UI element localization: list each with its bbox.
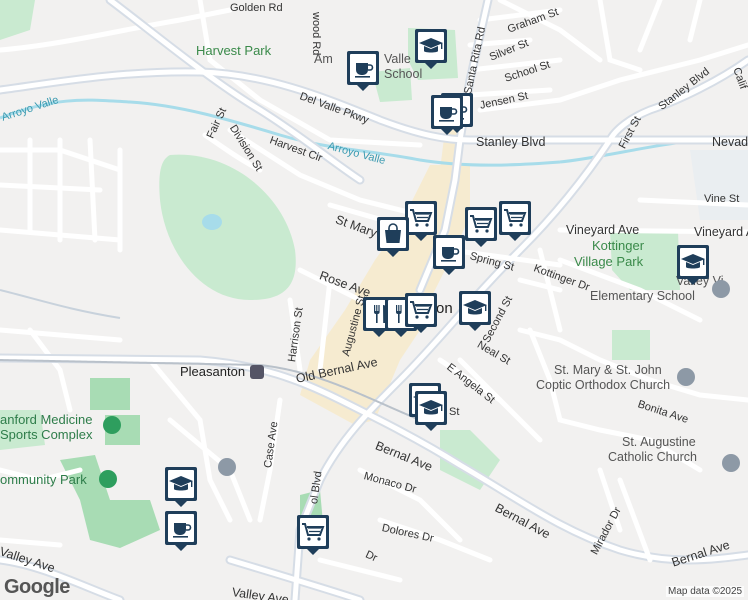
map-marker-school[interactable] (414, 28, 448, 70)
map-attribution[interactable]: Map data ©2025 (666, 586, 745, 597)
park-area (0, 0, 35, 40)
street-label: wood Rd (310, 12, 322, 56)
church-cross-icon[interactable] (722, 454, 740, 472)
map-marker-school[interactable] (164, 466, 198, 508)
map-marker-coffee[interactable] (432, 234, 466, 276)
map-canvas[interactable]: Golden Rd wood Rd Graham St Silver St Sc… (0, 0, 748, 600)
school-icon (459, 291, 491, 331)
school-poi-icon[interactable] (218, 458, 236, 476)
coffee-icon (431, 95, 463, 135)
valley-view-school-label: Elementary School (590, 289, 695, 303)
map-marker-shopping-cart[interactable] (404, 292, 438, 334)
st-augustine-label: Catholic Church (608, 450, 697, 464)
school-poi-icon[interactable] (712, 280, 730, 298)
street-label: Vineyard Ave (566, 223, 640, 237)
pleasanton-city-label: on (436, 300, 453, 317)
shopping-cart-icon (465, 207, 497, 247)
sports-complex-icon[interactable] (103, 416, 121, 434)
church-cross-icon[interactable] (677, 368, 695, 386)
map-marker-school[interactable] (458, 290, 492, 332)
school-icon (415, 391, 447, 431)
school-icon (415, 29, 447, 69)
stanford-sports-label: Sports Complex (0, 427, 93, 442)
google-logo[interactable]: Google (4, 576, 70, 599)
street-label: Nevad (712, 135, 748, 149)
street-label: Stanley Blvd (476, 135, 546, 149)
community-park-label: ommunity Park (0, 472, 87, 487)
shopping-cart-icon (297, 515, 329, 555)
map-marker-shopping-cart[interactable] (498, 200, 532, 242)
shopping-cart-icon (499, 201, 531, 241)
map-marker-coffee[interactable] (164, 510, 198, 552)
map-marker-coffee[interactable] (430, 94, 464, 136)
coptic-church-label: St. Mary & St. John (554, 363, 662, 377)
map-marker-shopping-bag[interactable] (376, 216, 410, 258)
amador-valley-label: Valle (384, 52, 411, 66)
coptic-church-label: Coptic Orthodox Church (536, 378, 671, 392)
harvest-park-label: Harvest Park (196, 43, 272, 58)
coffee-icon (347, 51, 379, 91)
transit-station-icon[interactable] (250, 365, 264, 379)
map-marker-coffee[interactable] (346, 50, 380, 92)
street-label: Golden Rd (230, 2, 283, 14)
school-icon (165, 467, 197, 507)
stanford-sports-label: anford Medicine (0, 412, 93, 427)
amador-valley-label: Am (314, 52, 333, 66)
park-area (159, 154, 296, 300)
shopping-cart-icon (405, 293, 437, 333)
park-area (90, 378, 130, 410)
map-marker-school[interactable] (414, 390, 448, 432)
coffee-icon (433, 235, 465, 275)
school-icon (677, 245, 709, 285)
st-augustine-label: St. Augustine (622, 435, 696, 449)
shopping-bag-icon (377, 217, 409, 257)
coffee-icon (165, 511, 197, 551)
park-area (612, 330, 650, 360)
park-tree-icon[interactable] (99, 470, 117, 488)
pleasanton-station-label: Pleasanton (180, 364, 246, 379)
map-marker-school[interactable] (676, 244, 710, 286)
map-marker-shopping-cart[interactable] (464, 206, 498, 248)
map-marker-shopping-cart[interactable] (296, 514, 330, 556)
kottinger-park-label: Village Park (574, 254, 644, 269)
kottinger-park-label: Kottinger (592, 238, 645, 253)
street-label: St (449, 406, 460, 418)
pond (202, 214, 222, 230)
street-label: Vine St (704, 193, 740, 205)
street-label: Vineyard Ave (694, 225, 748, 239)
residential-area (690, 150, 748, 220)
